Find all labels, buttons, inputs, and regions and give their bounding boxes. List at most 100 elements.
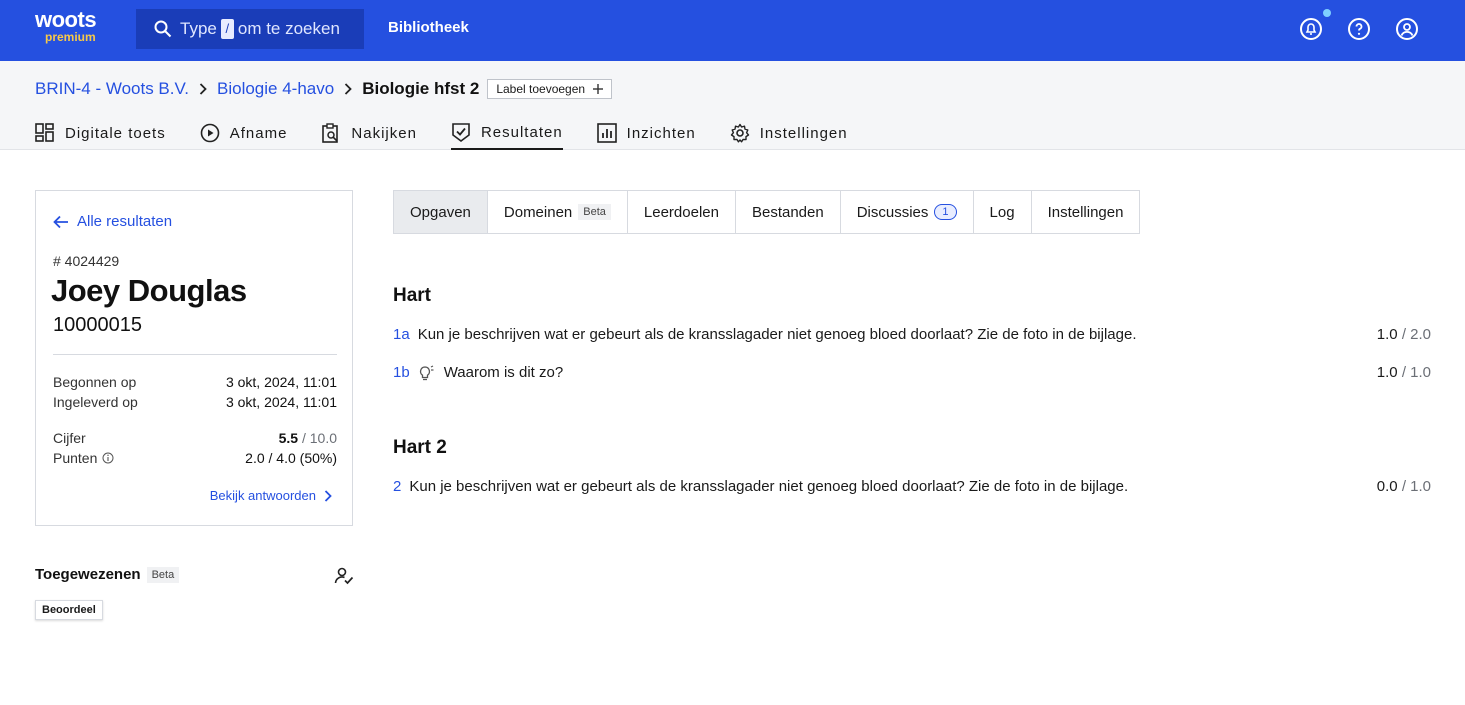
back-label: Alle resultaten <box>77 213 173 230</box>
search-box[interactable]: Type / om te zoeken <box>136 9 364 49</box>
question-row[interactable]: 1a Kun je beschrijven wat er gebeurt als… <box>393 326 1431 343</box>
search-suffix: om te zoeken <box>237 19 340 38</box>
tab-label: Inzichten <box>626 124 696 142</box>
tab-leerdoelen[interactable]: Leerdoelen <box>628 191 736 233</box>
search-icon <box>154 20 172 38</box>
question-number: 1a <box>393 326 410 343</box>
question-score: 1.0 <box>1376 364 1398 381</box>
question-max: / 1.0 <box>1401 478 1431 495</box>
tab-digitale-toets[interactable]: Digitale toets <box>35 116 166 150</box>
tab-label: Domeinen <box>503 203 573 221</box>
view-answers-label: Bekijk antwoorden <box>209 488 316 503</box>
assign-user-icon[interactable] <box>334 566 354 586</box>
breadcrumb-org[interactable]: BRIN-4 - Woots B.V. <box>35 79 189 99</box>
tab-label: Instellingen <box>1047 203 1124 221</box>
question-score: 0.0 <box>1376 478 1398 495</box>
candidate-number: # 4024429 <box>53 253 120 269</box>
assigned-tag[interactable]: Beoordeel <box>35 600 103 620</box>
grid-icon <box>35 123 54 142</box>
tab-label: Discussies <box>856 203 929 221</box>
shield-check-icon <box>452 123 470 142</box>
question-row[interactable]: 1b Waarom is dit zo? 1.0 / 1.0 <box>393 364 1431 381</box>
tab-bestanden[interactable]: Bestanden <box>736 191 841 233</box>
grade-row: Cijfer 5.5 / 10.0 <box>53 430 337 446</box>
assigned-heading: Toegewezenen Beta <box>35 566 180 583</box>
view-answers-link[interactable]: Bekijk antwoorden <box>210 488 332 503</box>
search-prefix: Type <box>180 19 217 38</box>
tab-resultaten[interactable]: Resultaten <box>450 116 563 150</box>
back-to-results-link[interactable]: Alle resultaten <box>53 213 172 230</box>
tab-opgaven[interactable]: Opgaven <box>394 191 488 233</box>
question-score: 1.0 <box>1376 326 1398 343</box>
beta-badge: Beta <box>146 566 180 583</box>
chevron-right-icon <box>324 489 332 502</box>
tab-label: Log <box>989 203 1015 221</box>
section-title: Hart <box>393 285 432 306</box>
plus-icon <box>593 84 604 94</box>
tab-discussies[interactable]: Discussies 1 <box>841 191 974 233</box>
chevron-right-icon <box>199 83 207 95</box>
result-tabs: Opgaven Domeinen Beta Leerdoelen Bestand… <box>393 190 1141 234</box>
started-label: Begonnen op <box>53 374 137 390</box>
info-icon[interactable] <box>102 452 114 464</box>
clipboard-search-icon <box>322 123 339 143</box>
help-icon[interactable] <box>1347 17 1371 41</box>
breadcrumb-current: Biologie hfst 2 <box>362 79 480 98</box>
tab-label: Leerdoelen <box>643 203 719 221</box>
question-text: Waarom is dit zo? <box>443 364 564 381</box>
candidate-card: Alle resultaten # 4024429 Joey Douglas 1… <box>35 190 353 526</box>
points-row: Punten 2.0 / 4.0 (50%) <box>53 450 337 466</box>
question-max: / 2.0 <box>1401 326 1431 343</box>
logo-premium: premium <box>45 30 96 44</box>
tab-log[interactable]: Log <box>974 191 1032 233</box>
tab-label: Instellingen <box>759 124 848 142</box>
search-shortcut-key: / <box>220 19 234 39</box>
tab-instellingen[interactable]: Instellingen <box>1032 191 1140 233</box>
tab-label: Nakijken <box>351 124 417 142</box>
submitted-row: Ingeleverd op 3 okt, 2024, 11:01 <box>53 394 337 410</box>
divider <box>53 354 337 355</box>
main-nav: Digitale toets Afname Nakijken Resultate… <box>35 116 882 150</box>
submitted-label: Ingeleverd op <box>53 394 138 410</box>
tab-afname[interactable]: Afname <box>200 116 288 150</box>
user-account-icon[interactable] <box>1395 17 1419 41</box>
grade-label: Cijfer <box>53 430 86 446</box>
breadcrumb: BRIN-4 - Woots B.V. Biologie 4-havo Biol… <box>35 79 613 99</box>
grade-value: 5.5 <box>278 430 299 446</box>
started-row: Begonnen op 3 okt, 2024, 11:01 <box>53 374 337 390</box>
arrow-left-icon <box>53 215 68 228</box>
library-link[interactable]: Bibliotheek <box>388 19 469 36</box>
top-bar: woots premium Type / om te zoeken Biblio… <box>0 0 1465 61</box>
notification-dot <box>1323 9 1331 17</box>
question-number: 2 <box>393 478 402 495</box>
play-circle-icon <box>200 123 220 143</box>
tab-label: Opgaven <box>410 203 471 221</box>
candidate-name: Joey Douglas <box>51 273 247 308</box>
breadcrumb-course[interactable]: Biologie 4-havo <box>217 79 334 99</box>
submitted-value: 3 okt, 2024, 11:01 <box>225 394 337 410</box>
tab-label: Bestanden <box>751 203 824 221</box>
student-id: 10000015 <box>53 314 142 336</box>
lightbulb-icon <box>419 364 434 380</box>
add-label-text: Label toevoegen <box>496 82 586 96</box>
chevron-right-icon <box>345 83 352 95</box>
question-max: / 1.0 <box>1401 364 1431 381</box>
started-value: 3 okt, 2024, 11:01 <box>225 374 337 390</box>
tab-label: Afname <box>229 124 288 142</box>
woots-logo[interactable]: woots premium <box>35 9 115 45</box>
tab-nakijken[interactable]: Nakijken <box>321 116 417 150</box>
discussion-count-badge: 1 <box>934 204 957 220</box>
tab-inzichten[interactable]: Inzichten <box>596 116 696 150</box>
tab-label: Resultaten <box>480 123 563 141</box>
question-text: Kun je beschrijven wat er gebeurt als de… <box>409 478 1129 495</box>
points-label: Punten <box>53 450 98 466</box>
beta-badge: Beta <box>578 204 611 220</box>
grade-max: / 10.0 <box>301 430 337 446</box>
tab-instellingen[interactable]: Instellingen <box>730 116 848 150</box>
tab-domeinen[interactable]: Domeinen Beta <box>488 191 628 233</box>
question-row[interactable]: 2 Kun je beschrijven wat er gebeurt als … <box>393 478 1431 495</box>
assigned-title: Toegewezenen <box>35 566 141 583</box>
add-label-button[interactable]: Label toevoegen <box>487 79 613 99</box>
points-value: 2.0 / 4.0 (50%) <box>245 450 337 466</box>
notification-bell-icon[interactable] <box>1299 17 1323 41</box>
